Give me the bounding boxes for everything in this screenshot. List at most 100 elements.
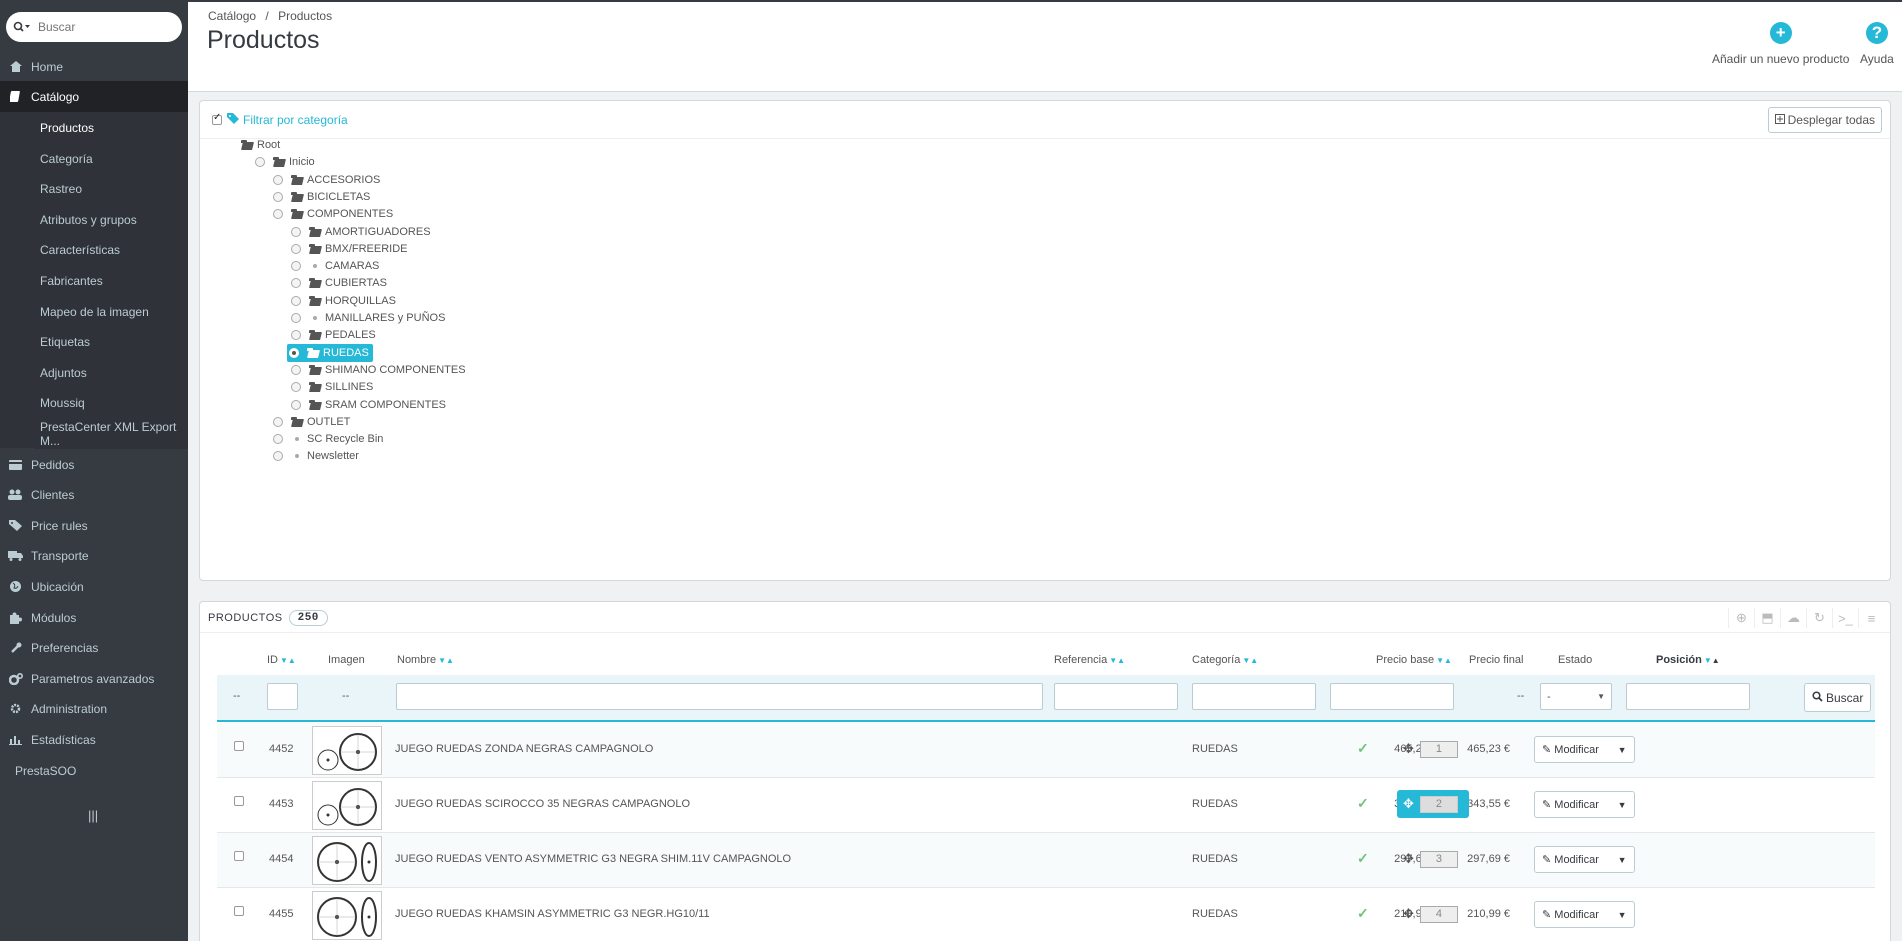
tree-node[interactable]: COMPONENTES bbox=[273, 205, 393, 223]
sort-arrows-icon[interactable]: ▼▲ bbox=[438, 656, 454, 665]
product-thumbnail[interactable] bbox=[312, 836, 382, 885]
sort-arrows-icon[interactable]: ▼▲ bbox=[1436, 656, 1452, 665]
sql-terminal-icon[interactable]: >_ bbox=[1832, 608, 1858, 628]
filter-category-input[interactable] bbox=[1192, 683, 1316, 710]
col-id-header[interactable]: ID ▼▲ bbox=[267, 654, 296, 666]
tree-node[interactable]: OUTLET bbox=[273, 413, 350, 431]
tree-radio[interactable] bbox=[273, 209, 283, 219]
row-checkbox[interactable] bbox=[234, 906, 244, 916]
sidebar-item-ubicacion[interactable]: Ubicación bbox=[0, 571, 188, 602]
tree-node[interactable]: BICICLETAS bbox=[273, 188, 370, 206]
sidebar-item-clientes[interactable]: Clientes bbox=[0, 479, 188, 510]
filter-reference-input[interactable] bbox=[1054, 683, 1178, 710]
sidebar-item-estadisticas[interactable]: Estadísticas bbox=[0, 724, 188, 755]
edit-button[interactable]: ✎ Modificar bbox=[1535, 908, 1610, 921]
tree-radio[interactable] bbox=[291, 227, 301, 237]
tree-radio[interactable] bbox=[273, 451, 283, 461]
help-button[interactable]: ? Ayuda bbox=[1860, 22, 1894, 66]
filter-category-checkbox[interactable] bbox=[212, 112, 222, 125]
filter-base-price-input[interactable] bbox=[1330, 683, 1454, 710]
sidebar-search[interactable] bbox=[6, 12, 182, 42]
subitem-atributos[interactable]: Atributos y grupos bbox=[34, 204, 188, 235]
filter-position-input[interactable] bbox=[1626, 683, 1750, 710]
edit-button[interactable]: ✎ Modificar bbox=[1535, 743, 1610, 756]
tree-radio[interactable] bbox=[291, 400, 301, 410]
col-reference-header[interactable]: Referencia ▼▲ bbox=[1054, 654, 1125, 666]
col-name-header[interactable]: Nombre ▼▲ bbox=[397, 654, 454, 666]
tree-node[interactable]: SRAM COMPONENTES bbox=[291, 396, 446, 414]
position-drag-handle[interactable]: ✥ 2 bbox=[1397, 790, 1469, 818]
product-thumbnail[interactable] bbox=[312, 891, 382, 940]
tree-radio[interactable] bbox=[291, 296, 301, 306]
tree-node[interactable]: HORQUILLAS bbox=[291, 292, 396, 310]
tree-node[interactable]: SHIMANO COMPONENTES bbox=[291, 361, 466, 379]
tree-radio[interactable] bbox=[291, 382, 301, 392]
edit-button[interactable]: ✎ Modificar bbox=[1535, 853, 1610, 866]
tree-node[interactable]: Newsletter bbox=[273, 447, 359, 465]
subitem-productos[interactable]: Productos bbox=[34, 112, 188, 143]
position-drag-handle[interactable]: ✥ 1 bbox=[1397, 735, 1469, 763]
search-input[interactable] bbox=[38, 20, 168, 34]
product-name[interactable]: JUEGO RUEDAS SCIROCCO 35 NEGRAS CAMPAGNO… bbox=[395, 798, 690, 810]
cloud-upload-icon[interactable]: ☁ bbox=[1780, 608, 1806, 628]
row-checkbox[interactable] bbox=[234, 796, 244, 806]
sort-arrows-icon[interactable]: ▼▲ bbox=[1109, 656, 1125, 665]
tree-radio[interactable] bbox=[291, 278, 301, 288]
filter-status-select[interactable]: - ▼ bbox=[1540, 683, 1612, 710]
subitem-caracteristicas[interactable]: Características bbox=[34, 234, 188, 265]
move-icon[interactable]: ✥ bbox=[1403, 796, 1414, 812]
add-new-icon[interactable]: ⊕ bbox=[1728, 608, 1754, 628]
refresh-icon[interactable]: ↻ bbox=[1806, 608, 1832, 628]
move-icon[interactable]: ✥ bbox=[1403, 851, 1414, 867]
caret-down-icon[interactable]: ▼ bbox=[1610, 745, 1634, 755]
tree-node[interactable]: CUBIERTAS bbox=[291, 274, 387, 292]
status-enabled-icon[interactable]: ✓ bbox=[1357, 740, 1369, 757]
search-icon[interactable] bbox=[6, 21, 38, 33]
add-product-button[interactable]: + Añadir un nuevo producto bbox=[1712, 22, 1849, 66]
edit-button[interactable]: ✎ Modificar bbox=[1535, 798, 1610, 811]
caret-down-icon[interactable]: ▼ bbox=[1610, 910, 1634, 920]
sort-arrows-icon[interactable]: ▼▲ bbox=[1242, 656, 1258, 665]
sort-arrows-icon[interactable]: ▼▲ bbox=[1704, 656, 1720, 665]
tree-radio[interactable] bbox=[273, 192, 283, 202]
product-name[interactable]: JUEGO RUEDAS VENTO ASYMMETRIC G3 NEGRA S… bbox=[395, 853, 791, 865]
tree-node[interactable]: Root bbox=[241, 136, 280, 154]
sidebar-item-transporte[interactable]: Transporte bbox=[0, 540, 188, 571]
subitem-etiquetas[interactable]: Etiquetas bbox=[34, 326, 188, 357]
tree-node[interactable]: PEDALES bbox=[291, 326, 376, 344]
subitem-mapeo[interactable]: Mapeo de la imagen bbox=[34, 296, 188, 327]
sidebar-item-catalog[interactable]: Catálogo bbox=[0, 81, 188, 112]
tree-radio[interactable] bbox=[289, 348, 299, 358]
sidebar-item-pedidos[interactable]: Pedidos bbox=[0, 449, 188, 480]
product-name[interactable]: JUEGO RUEDAS KHAMSIN ASYMMETRIC G3 NEGR.… bbox=[395, 908, 710, 920]
subitem-rastreo[interactable]: Rastreo bbox=[34, 173, 188, 204]
tree-node[interactable]: ACCESORIOS bbox=[273, 171, 380, 189]
tree-radio[interactable] bbox=[255, 157, 265, 167]
sort-arrows-icon[interactable]: ▼▲ bbox=[280, 656, 296, 665]
sidebar-item-price-rules[interactable]: Price rules bbox=[0, 510, 188, 541]
tree-radio[interactable] bbox=[273, 175, 283, 185]
tree-radio[interactable] bbox=[291, 365, 301, 375]
col-category-header[interactable]: Categoría ▼▲ bbox=[1192, 654, 1258, 666]
filter-name-input[interactable] bbox=[396, 683, 1043, 710]
tree-node[interactable]: AMORTIGUADORES bbox=[291, 223, 431, 241]
sidebar-item-home[interactable]: Home bbox=[0, 51, 188, 82]
status-enabled-icon[interactable]: ✓ bbox=[1357, 850, 1369, 867]
position-drag-handle[interactable]: ✥ 4 bbox=[1397, 900, 1469, 928]
tree-radio[interactable] bbox=[273, 417, 283, 427]
caret-down-icon[interactable]: ▼ bbox=[1610, 855, 1634, 865]
tree-node[interactable]: CAMARAS bbox=[291, 257, 379, 275]
move-icon[interactable]: ✥ bbox=[1403, 906, 1414, 922]
position-drag-handle[interactable]: ✥ 3 bbox=[1397, 845, 1469, 873]
col-position-header[interactable]: Posición ▼▲ bbox=[1656, 654, 1720, 666]
product-thumbnail[interactable] bbox=[312, 726, 382, 775]
tree-node[interactable]: Inicio bbox=[255, 153, 315, 171]
sidebar-item-modulos[interactable]: Módulos bbox=[0, 602, 188, 633]
subitem-prestacenter[interactable]: PrestaCenter XML Export M... bbox=[34, 418, 188, 449]
expand-all-button[interactable]: Desplegar todas bbox=[1767, 107, 1882, 133]
subitem-fabricantes[interactable]: Fabricantes bbox=[34, 265, 188, 296]
filter-id-input[interactable] bbox=[267, 683, 298, 710]
tree-node[interactable]: RUEDAS bbox=[287, 344, 373, 362]
tree-radio[interactable] bbox=[291, 261, 301, 271]
tree-node[interactable]: SILLINES bbox=[291, 378, 373, 396]
